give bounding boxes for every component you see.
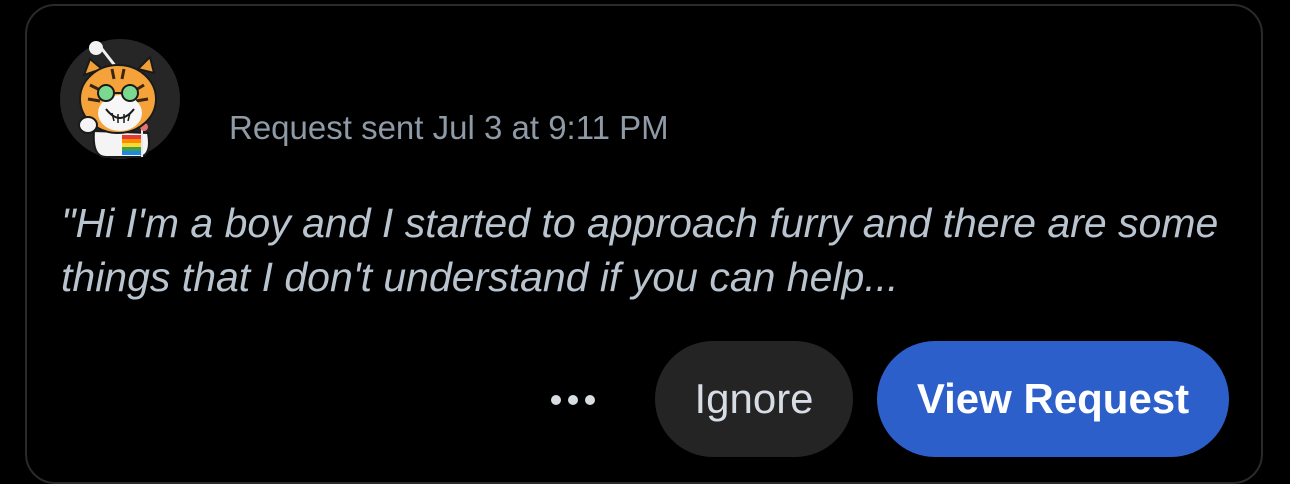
ellipsis-icon [585,395,595,405]
view-request-button[interactable]: View Request [877,341,1229,457]
user-avatar[interactable] [60,39,180,159]
ellipsis-icon [551,395,561,405]
ellipsis-icon [568,395,578,405]
snoo-avatar-icon [78,41,157,158]
more-options-button[interactable] [538,376,608,424]
request-timestamp: Request sent Jul 3 at 9:11 PM [229,109,669,146]
message-preview: "Hi I'm a boy and I started to approach … [61,200,1219,300]
ignore-button[interactable]: Ignore [655,341,853,457]
